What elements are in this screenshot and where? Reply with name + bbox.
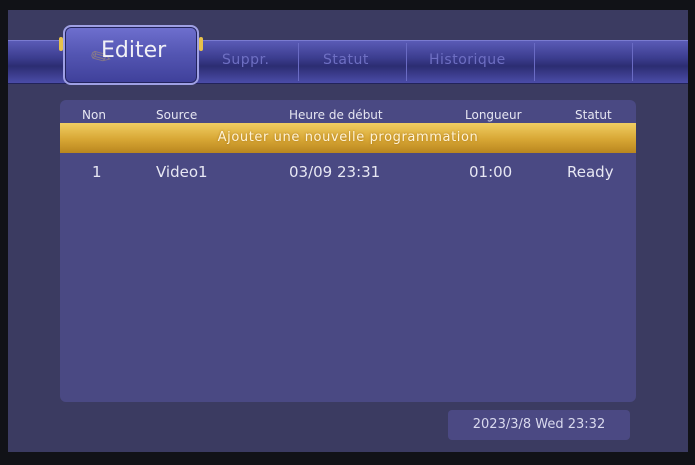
tab-editer-label: Editer [101,38,167,63]
row-number: 1 [92,163,102,181]
tab-divider [298,43,299,81]
column-header-length: Longueur [465,108,522,122]
add-new-schedule-button[interactable]: Ajouter une nouvelle programmation [60,123,636,153]
recording-schedule-screen: ✎ Editer Suppr. Statut Historique Non So… [8,10,688,452]
column-header-source: Source [156,108,198,122]
tab-statut[interactable]: Statut [323,52,369,68]
tab-divider [406,43,407,81]
date-time-display: 2023/3/8 Wed 23:32 [448,410,630,440]
tab-suppr[interactable]: Suppr. [222,52,269,68]
row-status: Ready [567,163,614,181]
right-arrow-icon [199,37,203,51]
column-header-status: Statut [575,108,612,122]
tab-historique[interactable]: Historique [429,52,506,68]
tab-editer[interactable]: ✎ Editer [59,25,203,85]
column-header-start-time: Heure de début [289,108,383,122]
row-length: 01:00 [469,163,513,181]
row-start-time: 03/09 23:31 [289,163,381,181]
schedule-table: Non Source Heure de début Longueur Statu… [60,100,636,402]
row-source: Video1 [156,163,208,181]
tab-divider [534,43,535,81]
column-header-non: Non [82,108,106,122]
left-arrow-icon [59,37,63,51]
tab-divider [632,43,633,81]
